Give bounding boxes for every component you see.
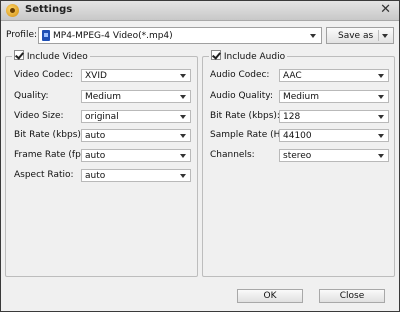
chevron-down-icon[interactable]: [374, 130, 388, 141]
audio-codec-select[interactable]: AAC: [279, 69, 389, 82]
close-button[interactable]: Close: [319, 289, 385, 303]
audio-bit-rate-select[interactable]: 128: [279, 110, 389, 123]
quality-label: Quality:: [14, 91, 49, 101]
video-bit-rate-value: auto: [85, 131, 106, 141]
window-title: Settings: [25, 4, 73, 15]
aspect-ratio-select[interactable]: auto: [81, 169, 191, 182]
save-as-button[interactable]: Save as: [326, 27, 394, 44]
sample-rate-value: 44100: [283, 131, 312, 141]
aspect-ratio-label: Aspect Ratio:: [14, 170, 74, 180]
save-as-label: Save as: [338, 31, 374, 41]
include-audio-label: Include Audio: [223, 52, 286, 62]
channels-value: stereo: [283, 151, 312, 161]
audio-bit-rate-value: 128: [283, 112, 301, 122]
chevron-down-icon[interactable]: [307, 30, 319, 42]
quality-value: Medium: [85, 92, 121, 102]
settings-dialog: Settings ✕ Profile: MP4-MPEG-4 Video(*.m…: [0, 0, 400, 312]
channels-label: Channels:: [210, 150, 255, 160]
include-audio-checkbox[interactable]: [211, 50, 221, 60]
ok-button[interactable]: OK: [237, 289, 303, 303]
include-video-label: Include Video: [26, 52, 88, 62]
close-icon[interactable]: ✕: [380, 2, 391, 18]
chevron-down-icon[interactable]: [176, 91, 190, 102]
chevron-down-icon[interactable]: [374, 111, 388, 122]
chevron-down-icon[interactable]: [374, 91, 388, 102]
include-audio-group-title: Include Audio: [209, 50, 288, 62]
profile-value: MP4-MPEG-4 Video(*.mp4): [53, 31, 173, 41]
video-codec-value: XVID: [85, 71, 107, 81]
audio-codec-value: AAC: [283, 71, 302, 81]
app-icon: [6, 4, 19, 17]
audio-quality-label: Audio Quality:: [210, 91, 273, 101]
chevron-down-icon[interactable]: [374, 150, 388, 161]
aspect-ratio-value: auto: [85, 171, 106, 181]
video-size-select[interactable]: original: [81, 110, 191, 123]
button-divider: [378, 30, 379, 41]
video-bit-rate-label: Bit Rate (kbps):: [14, 130, 84, 140]
chevron-down-icon[interactable]: [176, 70, 190, 81]
frame-rate-select[interactable]: auto: [81, 149, 191, 162]
profile-label: Profile:: [6, 30, 38, 40]
audio-quality-value: Medium: [283, 92, 319, 102]
chevron-down-icon[interactable]: [176, 150, 190, 161]
video-codec-label: Video Codec:: [14, 70, 74, 80]
channels-select[interactable]: stereo: [279, 149, 389, 162]
chevron-down-icon[interactable]: [374, 70, 388, 81]
include-video-checkbox[interactable]: [14, 50, 24, 60]
video-size-label: Video Size:: [14, 111, 64, 121]
chevron-down-icon[interactable]: [176, 130, 190, 141]
title-bar[interactable]: Settings ✕: [1, 1, 399, 21]
sample-rate-select[interactable]: 44100: [279, 129, 389, 142]
chevron-down-icon[interactable]: [176, 111, 190, 122]
chevron-down-icon[interactable]: [176, 170, 190, 181]
video-bit-rate-select[interactable]: auto: [81, 129, 191, 142]
frame-rate-value: auto: [85, 151, 106, 161]
chevron-down-icon[interactable]: [382, 34, 388, 38]
audio-bit-rate-label: Bit Rate (kbps):: [210, 111, 280, 121]
audio-codec-label: Audio Codec:: [210, 70, 270, 80]
video-file-icon: [42, 30, 50, 41]
video-size-value: original: [85, 112, 119, 122]
audio-quality-select[interactable]: Medium: [279, 90, 389, 103]
video-codec-select[interactable]: XVID: [81, 69, 191, 82]
include-video-group-title: Include Video: [12, 50, 90, 62]
profile-select[interactable]: MP4-MPEG-4 Video(*.mp4): [38, 27, 322, 44]
quality-select[interactable]: Medium: [81, 90, 191, 103]
